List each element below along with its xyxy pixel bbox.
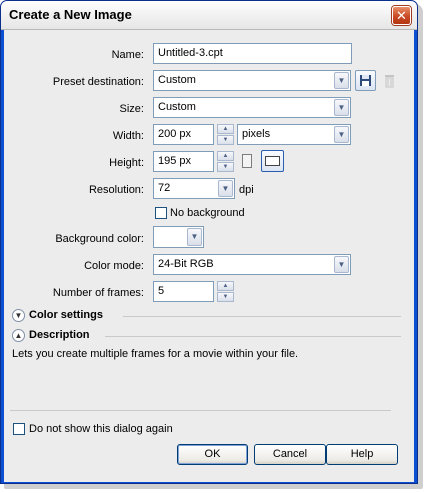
landscape-orientation-icon xyxy=(265,156,280,166)
spin-up-icon[interactable]: ▲ xyxy=(217,281,234,291)
dialog-window: Create a New Image ✕ Name: Untitled-3.cp… xyxy=(0,0,418,484)
no-background-checkbox[interactable] xyxy=(155,207,167,219)
color-mode-select[interactable]: 24-Bit RGB ▼ xyxy=(153,254,351,275)
size-select[interactable]: Custom ▼ xyxy=(153,97,351,118)
description-header[interactable]: Description xyxy=(29,329,90,341)
trash-icon xyxy=(385,75,394,88)
preset-destination-value: Custom xyxy=(158,74,196,86)
color-settings-header[interactable]: Color settings xyxy=(29,309,103,321)
divider xyxy=(105,336,401,337)
width-units-value: pixels xyxy=(242,128,271,140)
floppy-disk-icon xyxy=(360,75,371,86)
frames-input[interactable]: 5 xyxy=(153,281,214,302)
portrait-orientation-icon[interactable] xyxy=(242,154,252,168)
name-label: Name: xyxy=(111,49,144,61)
resolution-value: 72 xyxy=(158,182,171,194)
chevron-down-icon[interactable]: ▼ xyxy=(334,72,349,89)
no-background-label: No background xyxy=(170,207,245,219)
divider xyxy=(123,316,401,317)
close-button[interactable]: ✕ xyxy=(392,6,411,25)
height-stepper[interactable]: ▲ ▼ xyxy=(217,151,234,172)
preset-destination-select[interactable]: Custom ▼ xyxy=(153,70,351,91)
close-icon: ✕ xyxy=(396,8,407,23)
collapse-description-icon[interactable]: ▲ xyxy=(12,329,25,342)
chevron-down-icon[interactable]: ▼ xyxy=(218,180,233,197)
spin-down-icon[interactable]: ▼ xyxy=(217,135,234,145)
ok-button[interactable]: OK xyxy=(177,444,248,465)
width-stepper[interactable]: ▲ ▼ xyxy=(217,124,234,145)
chevron-down-icon[interactable]: ▼ xyxy=(334,99,349,116)
width-input[interactable]: 200 px xyxy=(153,124,214,145)
height-input[interactable]: 195 px xyxy=(153,151,214,172)
resolution-unit: dpi xyxy=(239,184,254,196)
title-bar[interactable]: Create a New Image ✕ xyxy=(1,1,417,30)
color-mode-label: Color mode: xyxy=(84,260,144,272)
do-not-show-again-checkbox[interactable] xyxy=(13,423,25,435)
expand-color-settings-icon[interactable]: ▼ xyxy=(12,309,25,322)
spin-down-icon[interactable]: ▼ xyxy=(217,162,234,172)
help-button[interactable]: Help xyxy=(326,444,398,465)
spin-up-icon[interactable]: ▲ xyxy=(217,124,234,134)
do-not-show-again-label: Do not show this dialog again xyxy=(29,423,173,435)
background-color-picker[interactable]: ▼ xyxy=(153,226,204,248)
dialog-body: Name: Untitled-3.cpt Preset destination:… xyxy=(4,30,414,482)
save-preset-button[interactable] xyxy=(355,70,376,91)
chevron-down-icon[interactable]: ▼ xyxy=(187,228,202,246)
resolution-select[interactable]: 72 ▼ xyxy=(153,178,235,199)
delete-preset-button[interactable] xyxy=(380,70,399,91)
cancel-button[interactable]: Cancel xyxy=(254,444,326,465)
description-text: Lets you create multiple frames for a mo… xyxy=(12,348,299,360)
frames-label: Number of frames: xyxy=(52,287,144,299)
size-value: Custom xyxy=(158,101,196,113)
width-units-select[interactable]: pixels ▼ xyxy=(237,124,351,145)
background-color-label: Background color: xyxy=(55,233,144,245)
landscape-orientation-button[interactable] xyxy=(261,150,284,172)
name-input[interactable]: Untitled-3.cpt xyxy=(153,43,352,64)
height-label: Height: xyxy=(109,157,144,169)
size-label: Size: xyxy=(119,103,144,115)
resolution-label: Resolution: xyxy=(88,184,144,196)
preset-destination-label: Preset destination: xyxy=(52,76,144,88)
spin-down-icon[interactable]: ▼ xyxy=(217,292,234,302)
divider xyxy=(10,410,391,411)
color-mode-value: 24-Bit RGB xyxy=(158,258,214,270)
chevron-down-icon[interactable]: ▼ xyxy=(334,256,349,273)
dialog-title: Create a New Image xyxy=(9,7,132,22)
frames-stepper[interactable]: ▲ ▼ xyxy=(217,281,234,302)
chevron-down-icon[interactable]: ▼ xyxy=(334,126,349,143)
width-label: Width: xyxy=(112,130,144,142)
spin-up-icon[interactable]: ▲ xyxy=(217,151,234,161)
